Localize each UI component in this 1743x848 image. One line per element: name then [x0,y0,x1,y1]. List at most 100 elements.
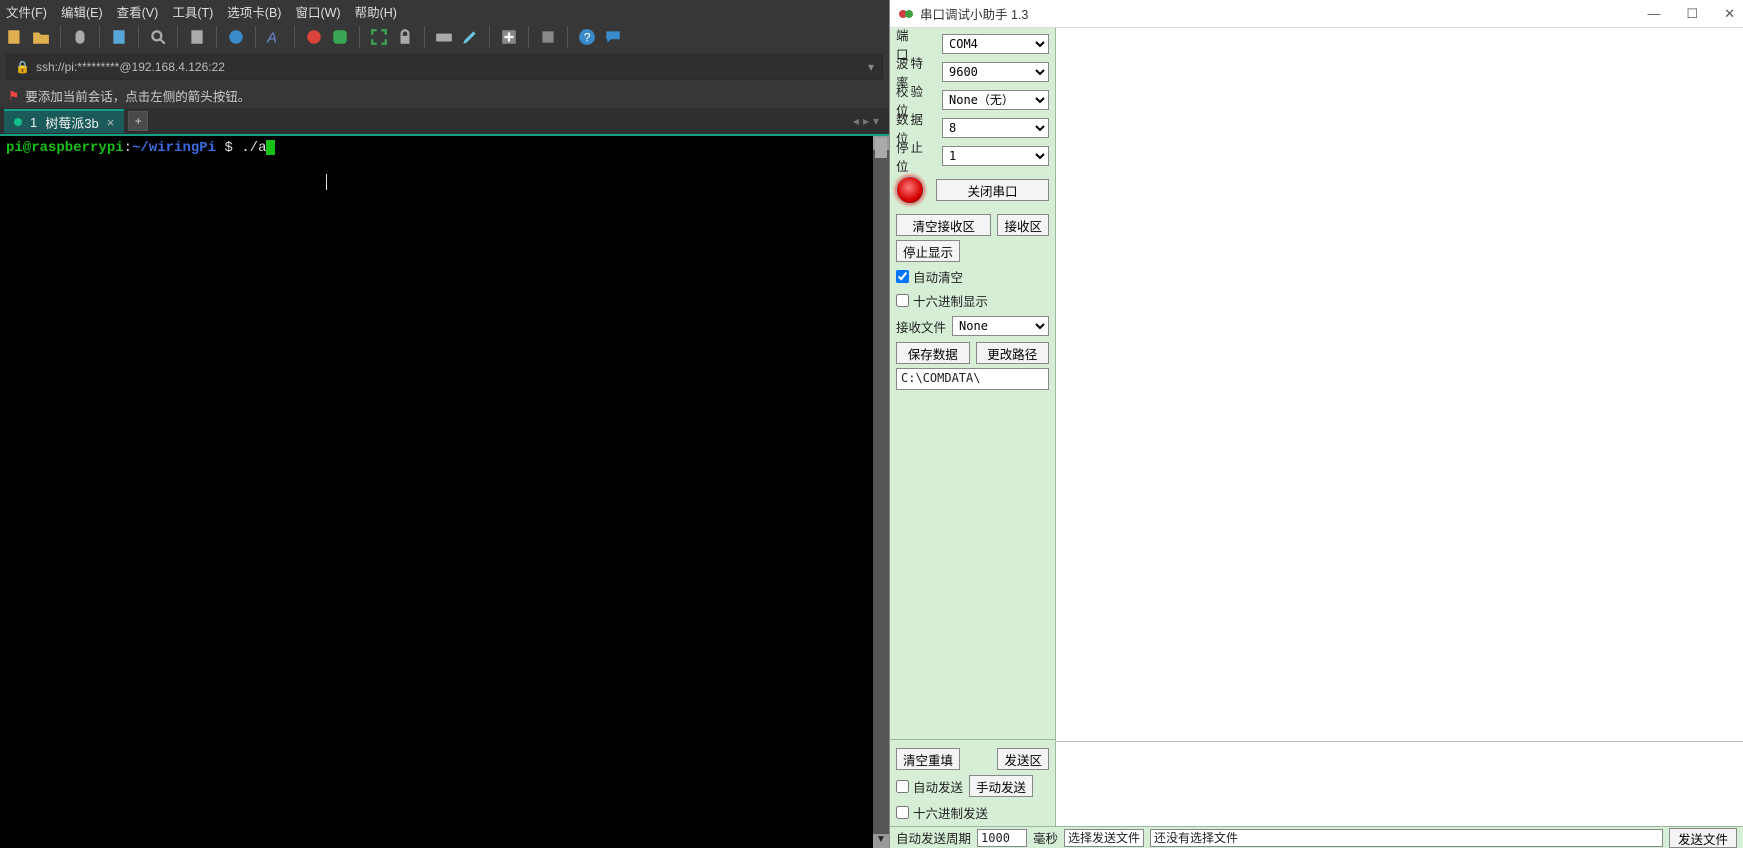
tab-prev-icon[interactable]: ◂ [853,114,859,128]
titlebar: 串口调试小助手 1.3 — ☐ ✕ [890,0,1743,28]
hint-text: 要添加当前会话，点击左侧的箭头按钮。 [25,86,250,105]
receive-file-select[interactable]: None [952,316,1049,336]
chat-icon[interactable] [604,28,622,46]
send-file-button[interactable]: 发送文件 [1669,828,1737,848]
open-icon[interactable] [32,28,50,46]
hex-display-input[interactable] [896,294,909,307]
prompt-sep2: $ [216,140,241,156]
receive-file-label: 接收文件 [896,317,946,336]
add-tab-button[interactable]: + [128,111,148,131]
clear-fill-button[interactable]: 清空重填 [896,748,960,770]
terminal-scrollbar[interactable]: ▲ ▼ [873,136,889,848]
hex-display-label: 十六进制显示 [913,291,988,310]
stop-bits-label: 停止位 [896,137,936,175]
send-area-button[interactable]: 发送区 [997,748,1049,770]
tab-list-icon[interactable]: ▾ [873,114,879,128]
auto-send-checkbox[interactable]: 自动发送 [896,776,963,796]
globe-icon[interactable] [227,28,245,46]
tab-bar: 1 树莓派3b × + ◂ ▸ ▾ [0,108,889,134]
highlighter-icon[interactable] [461,28,479,46]
app-logo-icon [898,6,914,22]
address-text: ssh://pi:*********@192.168.4.126:22 [36,60,225,74]
hex-display-checkbox[interactable]: 十六进制显示 [896,290,1049,310]
auto-clear-checkbox[interactable]: 自动清空 [896,266,1049,286]
svg-text:?: ? [584,31,591,45]
port-select[interactable]: COM4 [942,34,1049,54]
flag-icon: ⚑ [8,88,19,103]
parity-select[interactable]: None（无） [942,90,1049,110]
save-path-display: C:\COMDATA\ [896,368,1049,390]
selected-file-display: 还没有选择文件 [1150,829,1663,847]
close-button[interactable]: ✕ [1724,6,1735,22]
menu-window[interactable]: 窗口(W) [295,2,340,21]
link-icon[interactable] [71,28,89,46]
hex-send-input[interactable] [896,806,909,819]
tab-index: 1 [30,115,37,130]
hex-send-checkbox[interactable]: 十六进制发送 [896,802,1049,822]
close-port-button[interactable]: 关闭串口 [936,179,1049,201]
toolbar: A ? [0,22,889,52]
prompt-sep1: : [124,140,132,156]
tab-title: 树莓派3b [45,113,98,132]
pick-file-label: 选择发送文件 [1064,829,1144,847]
menu-help[interactable]: 帮助(H) [355,2,397,21]
terminal-tab[interactable]: 1 树莓派3b × [4,109,124,133]
tab-status-icon [14,118,22,126]
keyboard-icon[interactable] [435,28,453,46]
auto-send-label: 自动发送 [913,777,963,796]
minimize-button[interactable]: — [1647,6,1660,22]
send-textarea[interactable] [1056,742,1743,826]
footer: 自动发送周期 1000 毫秒 选择发送文件 还没有选择文件 发送文件 [890,826,1743,848]
prompt-user: pi@raspberrypi [6,140,124,156]
receive-textarea[interactable] [1056,28,1743,742]
baud-select[interactable]: 9600 [942,62,1049,82]
tab-close-icon[interactable]: × [107,115,115,130]
scroll-thumb[interactable] [875,138,887,158]
clipboard-icon[interactable] [188,28,206,46]
hex-send-label: 十六进制发送 [913,803,988,822]
manual-send-button[interactable]: 手动发送 [969,775,1033,797]
menu-edit[interactable]: 编辑(E) [61,2,103,21]
lock-icon[interactable] [396,28,414,46]
stop-icon[interactable] [539,28,557,46]
terminal-cursor [266,140,275,155]
window-title: 串口调试小助手 1.3 [920,4,1028,23]
hint-bar: ⚑ 要添加当前会话，点击左侧的箭头按钮。 [0,82,889,108]
search-icon[interactable] [149,28,167,46]
tab-next-icon[interactable]: ▸ [863,114,869,128]
menu-view[interactable]: 查看(V) [117,2,159,21]
font-icon[interactable]: A [266,28,284,46]
green-badge-icon[interactable] [331,28,349,46]
address-dropdown-icon[interactable]: ▾ [868,60,874,74]
terminal[interactable]: pi@raspberrypi:~/wiringPi $ ./a [0,136,873,848]
maximize-button[interactable]: ☐ [1686,6,1698,22]
scroll-down-icon[interactable]: ▼ [873,834,889,848]
clear-receive-button[interactable]: 清空接收区 [896,214,991,236]
menu-file[interactable]: 文件(F) [6,2,47,21]
menu-tools[interactable]: 工具(T) [172,2,213,21]
stop-bits-select[interactable]: 1 [942,146,1049,166]
auto-clear-input[interactable] [896,270,909,283]
lock-small-icon: 🔒 [15,60,30,74]
receive-area-button[interactable]: 接收区 [997,214,1049,236]
red-dot-icon[interactable] [305,28,323,46]
ms-label: 毫秒 [1033,828,1058,847]
stop-display-button[interactable]: 停止显示 [896,240,960,262]
new-icon[interactable] [6,28,24,46]
auto-period-field[interactable]: 1000 [977,829,1027,847]
change-path-button[interactable]: 更改路径 [976,342,1050,364]
svg-text:A: A [266,31,277,46]
address-bar[interactable]: 🔒 ssh://pi:*********@192.168.4.126:22 ▾ [6,54,883,80]
config-panel: 端 口 COM4 波特率 9600 校验位 None（无） 数据位 8 停止位 … [890,28,1056,826]
menu-tabs[interactable]: 选项卡(B) [227,2,281,21]
fullscreen-icon[interactable] [370,28,388,46]
auto-send-input[interactable] [896,780,909,793]
text-caret-icon [326,174,327,190]
help-icon[interactable]: ? [578,28,596,46]
document-icon[interactable] [110,28,128,46]
add-icon[interactable] [500,28,518,46]
data-bits-select[interactable]: 8 [942,118,1049,138]
auto-clear-label: 自动清空 [913,267,963,286]
prompt-cmd: ./a [241,140,266,156]
save-data-button[interactable]: 保存数据 [896,342,970,364]
